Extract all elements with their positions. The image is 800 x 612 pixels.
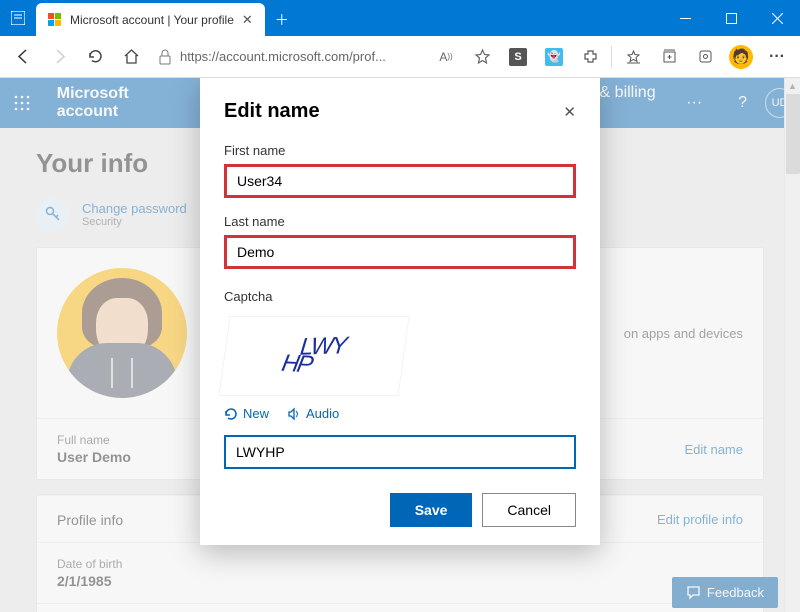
back-button[interactable] — [6, 40, 40, 74]
page-content: Microsoft account Your info Privacy Secu… — [0, 78, 800, 612]
favorite-icon[interactable] — [465, 40, 499, 74]
profile-avatar[interactable]: 🧑 — [724, 40, 758, 74]
address-bar[interactable]: https://account.microsoft.com/prof... — [150, 41, 427, 73]
audio-icon — [287, 407, 301, 421]
more-menu-button[interactable]: ··· — [760, 40, 794, 74]
save-button[interactable]: Save — [390, 493, 473, 527]
browser-essentials-icon[interactable] — [688, 40, 722, 74]
close-window-button[interactable] — [754, 0, 800, 36]
refresh-button[interactable] — [78, 40, 112, 74]
extensions-icon[interactable] — [573, 40, 607, 74]
captcha-image: LWY HP — [218, 316, 409, 396]
first-name-label: First name — [224, 143, 576, 158]
browser-tab[interactable]: Microsoft account | Your profile ✕ — [36, 3, 265, 36]
tab-actions-icon[interactable] — [0, 0, 36, 36]
lock-icon — [158, 49, 172, 65]
captcha-audio-link[interactable]: Audio — [287, 406, 339, 421]
maximize-button[interactable] — [708, 0, 754, 36]
home-button[interactable] — [114, 40, 148, 74]
cancel-button[interactable]: Cancel — [482, 493, 576, 527]
last-name-input[interactable] — [224, 235, 576, 269]
window-titlebar: Microsoft account | Your profile ✕ ＋ — [0, 0, 800, 36]
url-text: https://account.microsoft.com/prof... — [180, 49, 386, 64]
ms-logo-icon — [48, 13, 62, 27]
ext-s-icon[interactable]: S — [501, 40, 535, 74]
favorites-bar-icon[interactable] — [616, 40, 650, 74]
ext-ghost-icon[interactable]: 👻 — [537, 40, 571, 74]
captcha-input[interactable] — [224, 435, 576, 469]
new-tab-button[interactable]: ＋ — [265, 4, 299, 36]
minimize-button[interactable] — [662, 0, 708, 36]
first-name-input[interactable] — [224, 164, 576, 198]
last-name-label: Last name — [224, 214, 576, 229]
read-aloud-icon[interactable]: A)) — [429, 40, 463, 74]
modal-title: Edit name — [224, 100, 320, 123]
close-tab-icon[interactable]: ✕ — [242, 12, 253, 28]
captcha-label: Captcha — [224, 289, 576, 304]
close-modal-button[interactable]: ✕ — [563, 103, 576, 121]
captcha-new-link[interactable]: New — [224, 406, 269, 421]
collections-icon[interactable] — [652, 40, 686, 74]
forward-button — [42, 40, 76, 74]
browser-toolbar: https://account.microsoft.com/prof... A)… — [0, 36, 800, 78]
tab-title: Microsoft account | Your profile — [70, 13, 234, 27]
edit-name-modal: Edit name ✕ First name Last name Captcha… — [200, 78, 600, 545]
refresh-icon — [224, 407, 238, 421]
